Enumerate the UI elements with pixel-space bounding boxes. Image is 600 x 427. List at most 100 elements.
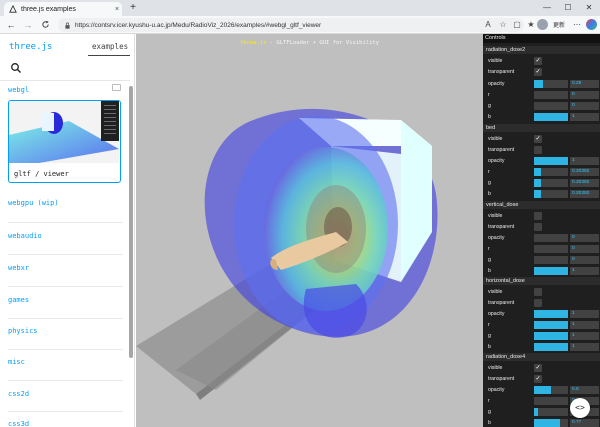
folder-radiation-dose2[interactable]: radiation_dose2 — [483, 46, 600, 54]
slider-fill — [534, 179, 541, 187]
favorites-icon[interactable]: ★ — [525, 19, 537, 31]
r-slider[interactable] — [534, 321, 568, 329]
opacity-number[interactable]: 0.5 — [570, 386, 599, 394]
category-css3d[interactable]: css3d — [8, 420, 29, 427]
profile-avatar[interactable] — [537, 19, 548, 30]
g-slider[interactable] — [534, 256, 568, 264]
visible-checkbox[interactable]: ✓ — [534, 57, 542, 65]
folder-horizontal-dose[interactable]: horizontal_dose — [483, 277, 600, 285]
visible-checkbox[interactable] — [534, 212, 542, 220]
r-slider[interactable] — [534, 245, 568, 253]
back-button[interactable]: ← — [5, 19, 17, 31]
opacity-number[interactable]: 1 — [570, 310, 599, 318]
control-label: r — [488, 169, 490, 175]
g-number[interactable]: 1 — [570, 332, 599, 340]
r-number[interactable]: 0 — [570, 91, 599, 99]
b-number[interactable]: 1 — [570, 343, 599, 351]
g-slider[interactable] — [534, 179, 568, 187]
b-slider[interactable] — [534, 113, 568, 121]
b-number[interactable]: 1 — [570, 267, 599, 275]
opacity-slider[interactable] — [534, 80, 568, 88]
g-slider[interactable] — [534, 332, 568, 340]
opacity-slider[interactable] — [534, 310, 568, 318]
forward-button[interactable]: → — [22, 19, 34, 31]
b-number[interactable]: 0.77 — [570, 419, 599, 427]
r-slider[interactable] — [534, 168, 568, 176]
split-screen-icon[interactable]: ▢ — [511, 19, 523, 31]
new-tab-button[interactable]: + — [127, 2, 139, 14]
category-webaudio[interactable]: webaudio — [8, 232, 42, 240]
profile-status[interactable]: 更新 — [553, 20, 565, 29]
category-webxr[interactable]: webxr — [8, 264, 29, 272]
transparent-checkbox[interactable] — [534, 299, 542, 307]
b-number[interactable]: 1 — [570, 113, 599, 121]
control-transparent: transparent — [483, 222, 600, 232]
visible-checkbox[interactable]: ✓ — [534, 364, 542, 372]
b-slider[interactable] — [534, 343, 568, 351]
visible-checkbox[interactable] — [534, 288, 542, 296]
category-css2d[interactable]: css2d — [8, 390, 29, 398]
minimize-button[interactable]: — — [537, 0, 557, 16]
folder-bed[interactable]: bed — [483, 124, 600, 132]
example-card-gltf-viewer[interactable]: gltf / viewer — [8, 100, 121, 183]
threejs-viewport[interactable]: three.js - GLTFLoader + GUI for Visibili… — [136, 34, 483, 427]
gui-title[interactable]: Controls — [483, 34, 600, 43]
tab-examples[interactable]: examples — [92, 42, 128, 51]
transparent-checkbox[interactable]: ✓ — [534, 68, 542, 76]
g-slider[interactable] — [534, 408, 568, 416]
b-slider[interactable] — [534, 190, 568, 198]
b-slider[interactable] — [534, 419, 568, 427]
g-number[interactable]: 0.20392 — [570, 179, 599, 187]
tab-underline — [88, 55, 130, 56]
transparent-checkbox[interactable] — [534, 223, 542, 231]
visible-checkbox[interactable]: ✓ — [534, 135, 542, 143]
r-number[interactable]: 0 — [570, 245, 599, 253]
transparent-checkbox[interactable]: ✓ — [534, 375, 542, 383]
control-g: g0 — [483, 255, 600, 265]
b-slider[interactable] — [534, 267, 568, 275]
category-separator — [8, 411, 123, 412]
tab-close-icon[interactable]: × — [112, 6, 122, 13]
folder-radiation-dose4[interactable]: radiation_dose4 — [483, 353, 600, 361]
more-icon[interactable]: ⋯ — [571, 19, 583, 31]
opacity-slider[interactable] — [534, 234, 568, 242]
browser-tab[interactable]: three.js examples × — [4, 2, 122, 16]
opacity-number[interactable]: 1 — [570, 157, 599, 165]
category-physics[interactable]: physics — [8, 327, 38, 335]
control-label: b — [488, 114, 491, 120]
r-number[interactable]: 0.20392 — [570, 168, 599, 176]
category-webgpu[interactable]: webgpu (wip) — [8, 199, 59, 207]
transparent-checkbox[interactable] — [534, 146, 542, 154]
view-source-button[interactable]: <> — [570, 398, 590, 418]
opacity-number[interactable]: 0.25 — [570, 80, 599, 88]
r-slider[interactable] — [534, 91, 568, 99]
star-icon[interactable]: ☆ — [497, 19, 509, 31]
r-number[interactable]: 1 — [570, 321, 599, 329]
sidebar-scrollbar[interactable] — [129, 86, 133, 358]
search-icon[interactable] — [10, 62, 22, 74]
b-number[interactable]: 0.20392 — [570, 190, 599, 198]
opacity-number[interactable]: 0 — [570, 234, 599, 242]
maximize-button[interactable]: ☐ — [558, 0, 578, 16]
reload-button[interactable] — [39, 19, 51, 31]
g-number[interactable]: 0 — [570, 102, 599, 110]
r-slider[interactable] — [534, 397, 568, 405]
category-games[interactable]: games — [8, 296, 29, 304]
category-webgl[interactable]: webgl — [8, 86, 29, 94]
browser-nav-bar: ← → https://contsrv.icer.kyushu-u.ac.jp/… — [0, 16, 600, 34]
collapse-icon[interactable] — [112, 84, 121, 91]
control-opacity: opacity 0 — [483, 233, 600, 243]
copilot-icon[interactable] — [586, 19, 597, 30]
slider-fill — [534, 190, 541, 198]
category-misc[interactable]: misc — [8, 358, 25, 366]
threejs-logo[interactable]: three.js — [9, 42, 52, 52]
opacity-slider[interactable] — [534, 386, 568, 394]
slider-fill — [534, 310, 568, 318]
address-bar[interactable]: https://contsrv.icer.kyushu-u.ac.jp/Medu… — [58, 18, 524, 32]
g-slider[interactable] — [534, 102, 568, 110]
opacity-slider[interactable] — [534, 157, 568, 165]
read-aloud-icon[interactable]: A — [482, 19, 494, 31]
close-window-button[interactable]: ✕ — [579, 0, 599, 16]
folder-vertical-dose[interactable]: vertical_dose — [483, 201, 600, 209]
g-number[interactable]: 0 — [570, 256, 599, 264]
